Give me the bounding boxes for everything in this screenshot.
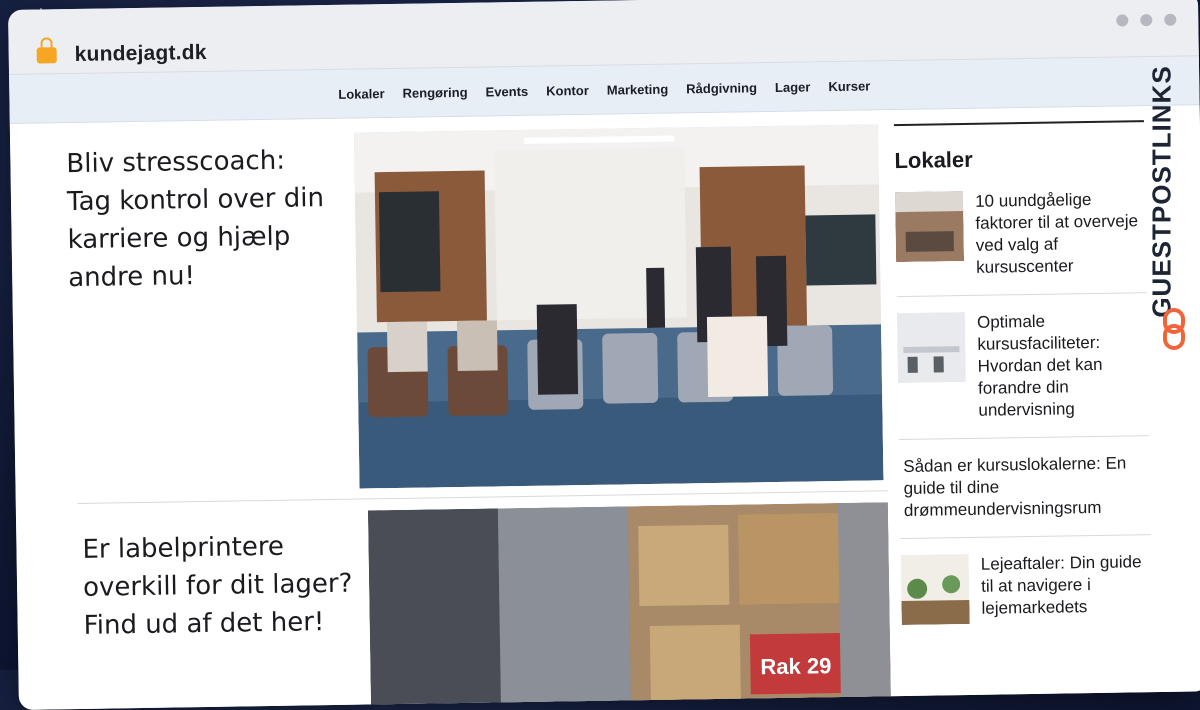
watermark-text: GUESTPOSTLINKS bbox=[1146, 65, 1177, 318]
conference-room-photo[interactable] bbox=[353, 124, 884, 489]
browser-window: kundejagt.dk Lokaler Rengøring Events Ko… bbox=[8, 0, 1200, 710]
shelf-label: Rak 29 bbox=[760, 653, 831, 679]
sidebar-article-title[interactable]: Optimale kursusfaciliteter: Hvordan det … bbox=[977, 309, 1149, 422]
warehouse-photo[interactable]: Rak 29 bbox=[367, 502, 892, 710]
conference-room-image bbox=[353, 124, 884, 489]
article-thumbnail[interactable] bbox=[896, 312, 966, 384]
sidebar-title: Lokaler bbox=[894, 146, 973, 174]
sidebar: Lokaler 10 uundgåelige faktorer til at o… bbox=[893, 120, 1152, 657]
nav-item-marketing[interactable]: Marketing bbox=[607, 81, 669, 97]
sidebar-article-title[interactable]: 10 uundgåelige faktorer til at overveje … bbox=[975, 188, 1146, 279]
article-thumbnail[interactable] bbox=[894, 191, 965, 263]
nav-item-raadgivning[interactable]: Rådgivning bbox=[686, 80, 757, 96]
page-content: Bliv stresscoach: Tag kontrol over din k… bbox=[9, 105, 1200, 710]
sidebar-article[interactable]: Optimale kursusfaciliteter: Hvordan det … bbox=[896, 309, 1149, 441]
nav-item-kurser[interactable]: Kurser bbox=[828, 78, 870, 94]
sidebar-article[interactable]: 10 uundgåelige faktorer til at overveje … bbox=[894, 188, 1147, 298]
window-dot-icon[interactable] bbox=[1140, 14, 1153, 27]
article-headline[interactable]: Bliv stresscoach: Tag kontrol over din k… bbox=[66, 141, 338, 297]
window-controls bbox=[1116, 13, 1177, 27]
sidebar-article[interactable]: Lejeaftaler: Din guide til at navigere i… bbox=[900, 551, 1152, 641]
window-dot-icon[interactable] bbox=[1116, 14, 1129, 27]
sidebar-article-title[interactable]: Lejeaftaler: Din guide til at navigere i… bbox=[981, 551, 1152, 624]
lock-icon bbox=[36, 47, 57, 64]
nav-item-rengoering[interactable]: Rengøring bbox=[402, 84, 467, 100]
url-bar[interactable]: kundejagt.dk bbox=[75, 41, 207, 67]
sidebar-article-title[interactable]: Sådan er kursuslokalerne: En guide til d… bbox=[903, 452, 1150, 522]
sidebar-rule bbox=[893, 120, 1144, 127]
sidebar-article[interactable]: Sådan er kursuslokalerne: En guide til d… bbox=[899, 452, 1151, 540]
guestpostlinks-watermark: GUESTPOSTLINKS bbox=[1147, 56, 1194, 356]
article-divider bbox=[77, 490, 888, 504]
warehouse-image: Rak 29 bbox=[367, 502, 892, 710]
nav-item-lokaler[interactable]: Lokaler bbox=[338, 86, 384, 102]
nav-item-events[interactable]: Events bbox=[485, 83, 528, 99]
link-icon bbox=[1163, 308, 1185, 350]
article-headline[interactable]: Er labelprintere overkill for dit lager?… bbox=[82, 527, 364, 645]
nav-item-lager[interactable]: Lager bbox=[775, 79, 811, 95]
nav-item-kontor[interactable]: Kontor bbox=[546, 82, 589, 98]
window-dot-icon[interactable] bbox=[1164, 13, 1177, 26]
article-thumbnail[interactable] bbox=[900, 553, 970, 626]
